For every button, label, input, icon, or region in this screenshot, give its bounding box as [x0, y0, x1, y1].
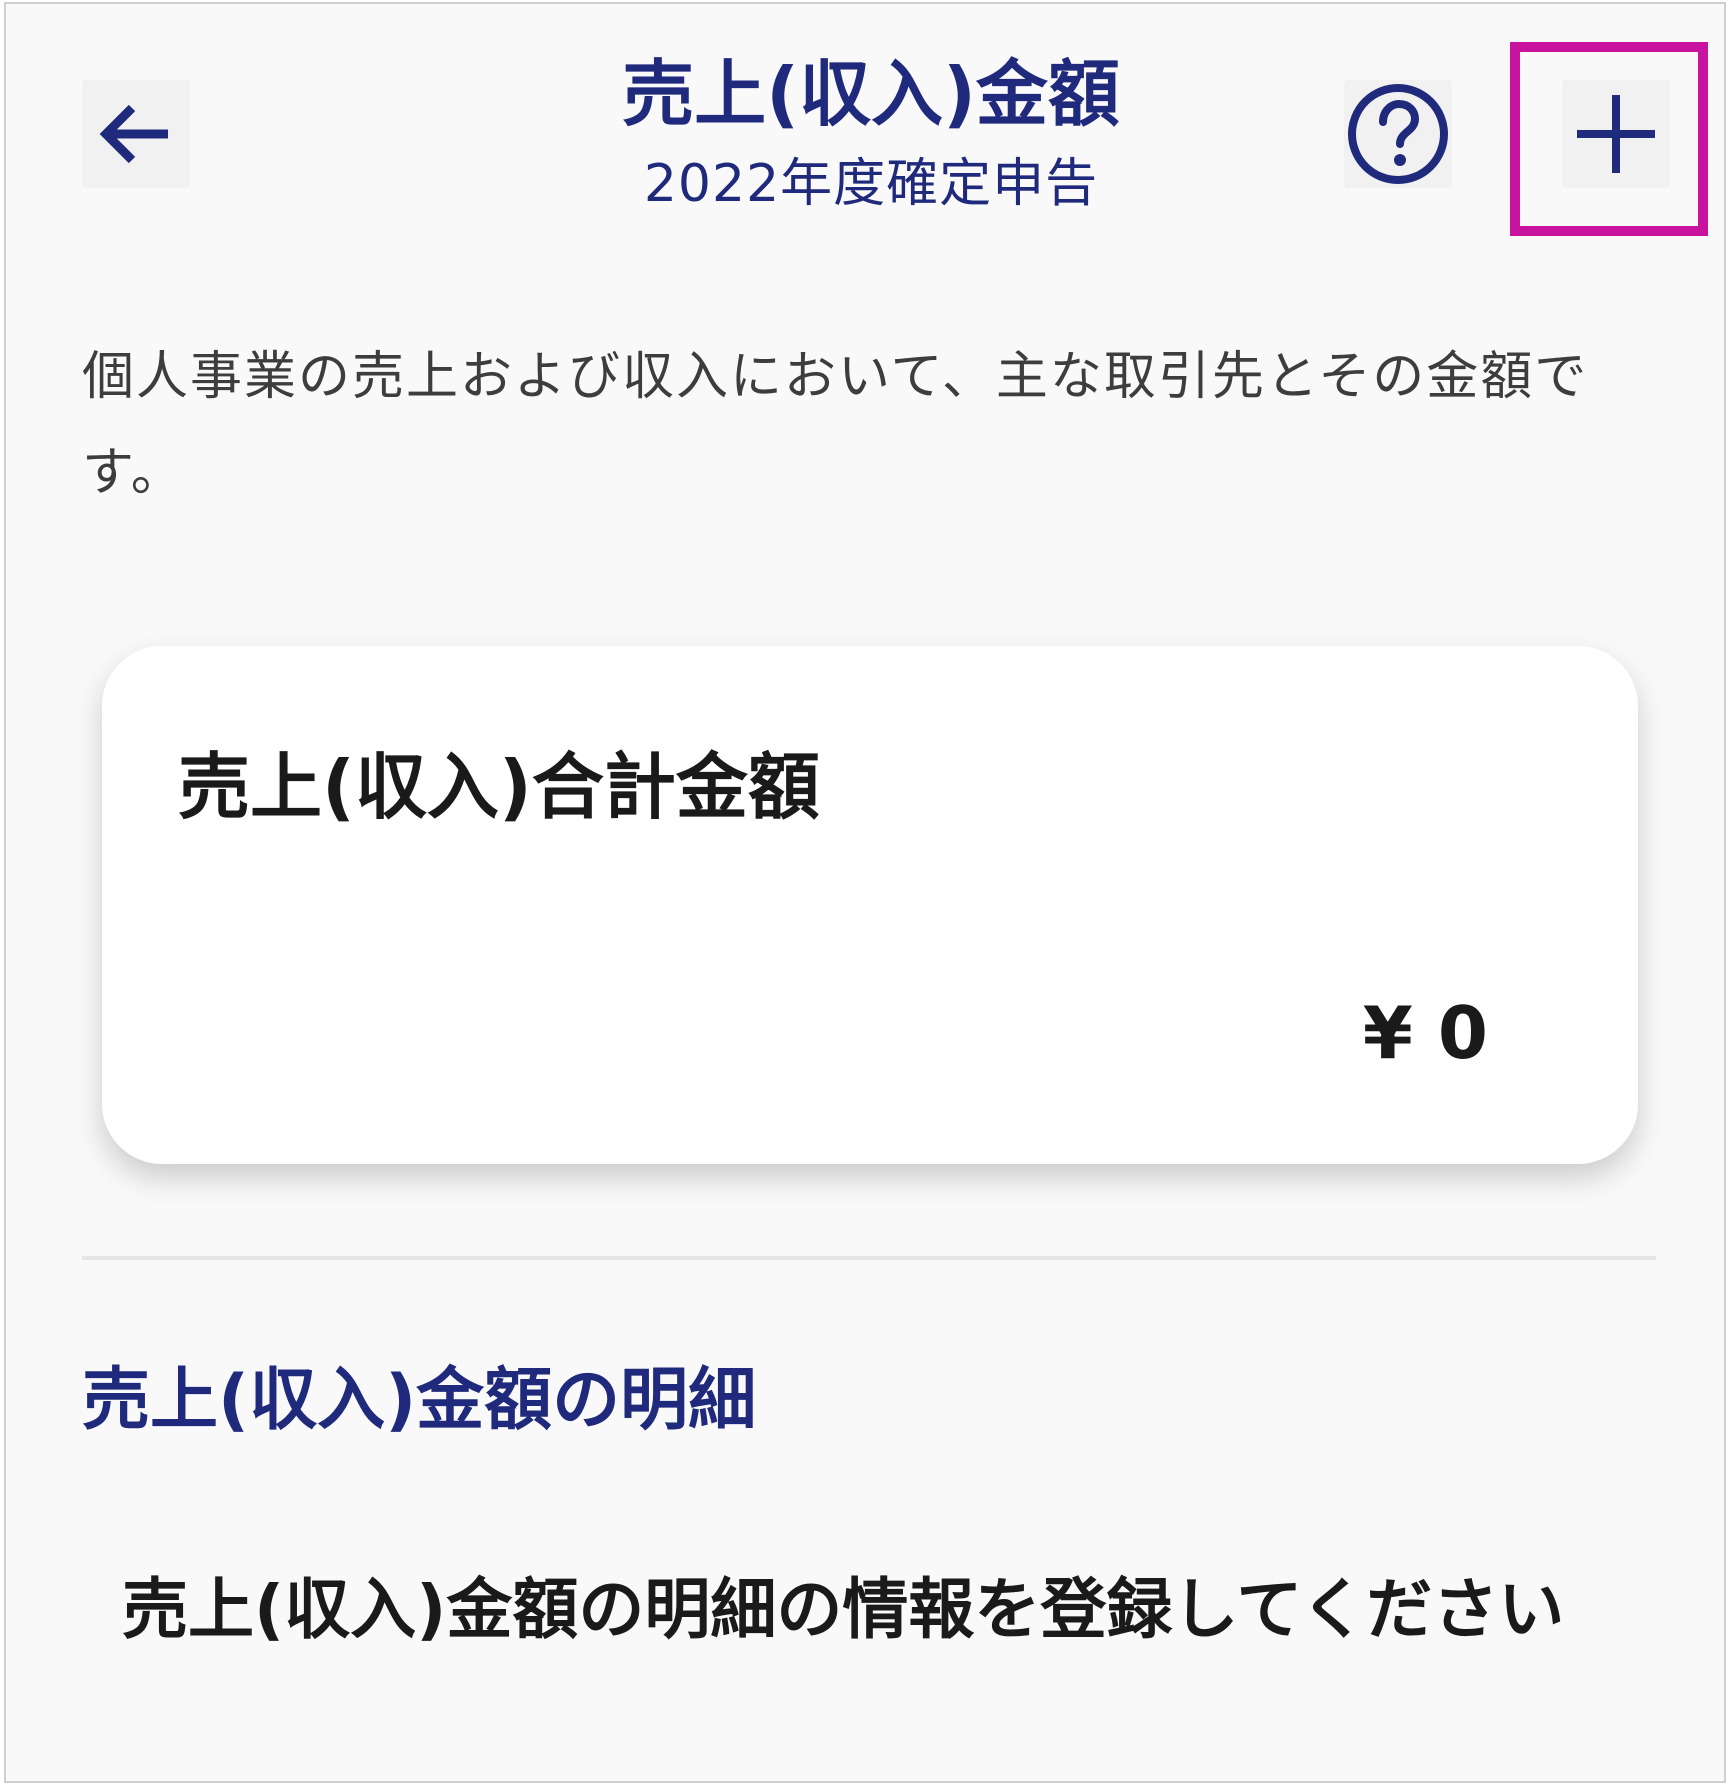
details-empty-message: 売上(収入)金額の明細の情報を登録してください	[122, 1571, 1565, 1648]
total-amount-label: 売上(収入)合計金額	[178, 745, 820, 829]
top-app-bar: 売上(収入)金額 2022年度確定申告	[6, 4, 1724, 259]
page-description: 個人事業の売上および収入において、主な取引先とその金額です。	[82, 347, 1589, 503]
details-heading: 売上(収入)金額の明細	[82, 1361, 757, 1440]
app-screen: 売上(収入)金額 2022年度確定申告 個人事業の売上および収入において、主な取…	[4, 2, 1726, 1783]
section-divider	[82, 1256, 1656, 1260]
arrow-left-icon	[99, 104, 168, 164]
back-button[interactable]	[82, 80, 190, 188]
help-button[interactable]	[1344, 80, 1452, 188]
question-circle-icon	[1348, 84, 1448, 184]
add-button-highlight	[1510, 42, 1708, 236]
page-subtitle: 2022年度確定申告	[643, 154, 1099, 214]
total-amount-card: 売上(収入)合計金額 ¥ 0	[102, 646, 1638, 1164]
page-title: 売上(収入)金額	[622, 52, 1120, 136]
header-titles: 売上(収入)金額 2022年度確定申告	[436, 44, 1306, 224]
total-amount-value: ¥ 0	[1362, 991, 1488, 1075]
